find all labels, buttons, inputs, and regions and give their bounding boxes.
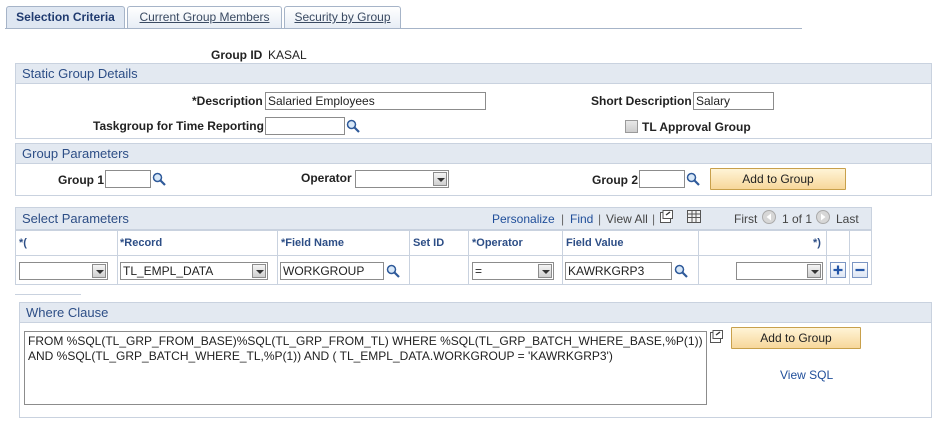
grid-col-divider <box>277 231 278 284</box>
nav-separator: | <box>561 212 565 226</box>
short-description-label: Short Description <box>591 94 692 108</box>
tab-current-group-members[interactable]: Current Group Members <box>127 6 282 28</box>
close-paren-select[interactable] <box>736 262 823 280</box>
delete-row-button[interactable] <box>852 262 868 278</box>
field-value-lookup-icon[interactable] <box>674 264 688 278</box>
tab-security-by-group[interactable]: Security by Group <box>284 6 401 28</box>
group-id-label: Group ID <box>211 48 263 62</box>
operator-label: Operator <box>301 171 352 185</box>
tl-approval-checkbox[interactable] <box>625 120 638 133</box>
tab-underline <box>5 28 802 29</box>
col-header-field-name: *Field Name <box>281 237 344 249</box>
col-header-set-id: Set ID <box>413 237 445 249</box>
expand-textarea-icon[interactable] <box>710 330 723 343</box>
open-paren-select[interactable] <box>19 262 108 280</box>
field-name-field[interactable]: WORKGROUP <box>280 262 384 280</box>
first-label: First <box>734 212 758 226</box>
taskgroup-lookup-icon[interactable] <box>346 119 360 133</box>
group1-field[interactable] <box>105 170 151 188</box>
find-link[interactable]: Find <box>570 212 593 226</box>
grid-col-divider <box>562 231 563 284</box>
chevron-down-icon <box>538 264 552 278</box>
col-header-close-paren: *) <box>813 237 821 249</box>
chevron-down-icon <box>92 264 106 278</box>
chevron-down-icon <box>433 172 447 186</box>
nav-separator: | <box>652 212 656 226</box>
tab-selection-criteria[interactable]: Selection Criteria <box>6 6 125 29</box>
group1-label: Group 1 <box>58 173 105 187</box>
group2-lookup-icon[interactable] <box>686 172 700 186</box>
row-range: 1 of 1 <box>782 212 813 226</box>
grid-col-divider <box>409 231 410 284</box>
view-sql-link[interactable]: View SQL <box>780 368 833 382</box>
taskgroup-field[interactable] <box>265 117 345 135</box>
record-select[interactable]: TL_EMPL_DATA <box>120 262 268 280</box>
taskgroup-label: Taskgroup for Time Reporting <box>93 119 264 133</box>
previous-arrow-icon[interactable] <box>762 210 776 224</box>
grid-col-divider <box>826 231 827 284</box>
nav-separator: | <box>598 212 602 226</box>
where-add-to-group-button[interactable]: Add to Group <box>731 327 861 349</box>
plus-icon <box>833 265 843 275</box>
grid-col-divider <box>468 231 469 284</box>
grid-col-divider <box>698 231 699 284</box>
field-name-lookup-icon[interactable] <box>386 264 400 278</box>
operator-grid-value: = <box>475 264 483 278</box>
col-header-operator: *Operator <box>472 237 523 249</box>
record-value: TL_EMPL_DATA <box>123 264 214 278</box>
tl-approval-label: TL Approval Group <box>642 120 751 134</box>
group-parameters-title: Group Parameters <box>16 144 931 164</box>
view-all-link[interactable]: View All <box>606 212 648 226</box>
next-arrow-icon[interactable] <box>816 210 830 224</box>
operator-grid-select[interactable]: = <box>472 262 554 280</box>
group1-lookup-icon[interactable] <box>152 172 166 186</box>
col-header-field-value: Field Value <box>566 237 624 249</box>
grid-col-divider <box>849 231 850 284</box>
field-value-field[interactable]: KAWRKGRP3 <box>565 262 672 280</box>
chevron-down-icon <box>252 264 266 278</box>
minus-icon <box>855 268 865 272</box>
grid-col-divider <box>117 231 118 284</box>
add-row-button[interactable] <box>830 262 846 278</box>
static-group-details-title: Static Group Details <box>16 64 931 84</box>
chevron-down-icon <box>807 264 821 278</box>
description-label: *Description <box>192 94 263 108</box>
group-id-value: KASAL <box>268 48 307 62</box>
grid-header-top-line <box>16 230 871 231</box>
group2-label: Group 2 <box>592 173 639 187</box>
col-header-open-paren: *( <box>19 237 27 249</box>
operator-select[interactable] <box>355 170 449 188</box>
personalize-link[interactable]: Personalize <box>492 212 555 226</box>
group2-field[interactable] <box>639 170 685 188</box>
short-description-field[interactable]: Salary <box>693 92 774 110</box>
grid-header-bottom-line <box>16 255 871 256</box>
new-window-icon[interactable] <box>660 210 673 223</box>
download-grid-icon[interactable] <box>687 210 701 223</box>
description-field[interactable]: Salaried Employees <box>265 92 486 110</box>
add-to-group-button[interactable]: Add to Group <box>710 168 846 190</box>
col-header-record: *Record <box>120 237 163 249</box>
where-clause-title: Where Clause <box>20 303 931 323</box>
where-clause-top-rule <box>15 294 81 295</box>
where-clause-textarea[interactable]: FROM %SQL(TL_GRP_FROM_BASE)%SQL(TL_GRP_F… <box>24 331 707 405</box>
last-label: Last <box>836 212 859 226</box>
